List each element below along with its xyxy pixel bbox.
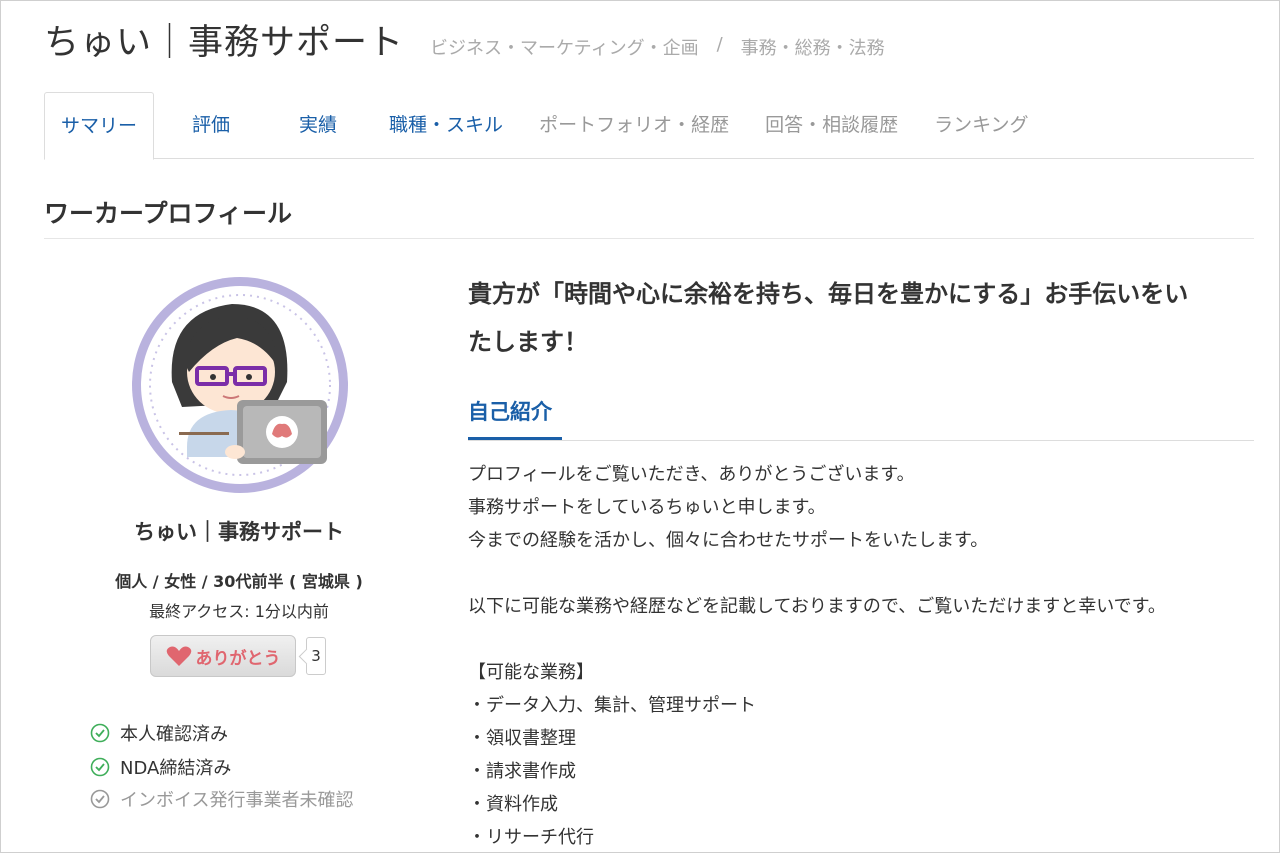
intro-divider — [468, 440, 1254, 441]
verification-label: NDA締結済み — [120, 758, 232, 779]
heart-icon — [166, 646, 191, 666]
thanks-count: 3 — [306, 637, 326, 675]
thanks-widget: ありがとう 3 — [150, 635, 326, 677]
section-divider — [44, 238, 1254, 239]
tab-answer-history[interactable]: 回答・相談履歴 — [765, 92, 898, 159]
intro-line: 今までの経験を活かし、個々に合わせたサポートをいたします。 — [468, 530, 989, 551]
thanks-label: ありがとう — [195, 648, 281, 669]
intro-tab-indicator — [468, 437, 562, 440]
intro-line: ・データ入力、集計、管理サポート — [468, 695, 756, 716]
thanks-button[interactable]: ありがとう — [150, 635, 296, 677]
profile-tabs: サマリー 評価 実績 職種・スキル ポートフォリオ・経歴 回答・相談履歴 ランキ… — [44, 92, 1254, 160]
verification-list: 本人確認済み NDA締結済み インボイス発行事業者未確認 — [90, 716, 353, 814]
check-circle-icon — [90, 723, 110, 743]
check-circle-gray-icon — [90, 789, 110, 809]
tab-achievements[interactable]: 実績 — [299, 92, 337, 159]
intro-line: ・リサーチ代行 — [468, 827, 594, 848]
breadcrumb: ビジネス・マーケティング・企画 / 事務・総務・法務 — [430, 34, 885, 60]
tab-portfolio[interactable]: ポートフォリオ・経歴 — [539, 92, 729, 159]
profile-name: ちゅい｜事務サポート — [134, 520, 344, 544]
intro-line: 【可能な業務】 — [468, 662, 594, 683]
breadcrumb-category[interactable]: ビジネス・マーケティング・企画 — [430, 34, 699, 60]
tab-self-intro[interactable]: 自己紹介 — [468, 396, 552, 426]
thanks-count-value: 3 — [311, 647, 321, 665]
intro-line: 事務サポートをしているちゅいと申します。 — [468, 497, 826, 518]
profile-meta: 個人 / 女性 / 30代前半 ( 宮城県 ) — [115, 572, 363, 591]
intro-line: ・請求書作成 — [468, 761, 576, 782]
intro-blank-line — [468, 623, 1258, 656]
intro-line: ・資料作成 — [468, 794, 558, 815]
intro-line: プロフィールをご覧いただき、ありがとうございます。 — [468, 464, 915, 485]
tab-skills[interactable]: 職種・スキル — [389, 92, 503, 159]
verification-label: インボイス発行事業者未確認 — [120, 790, 354, 811]
page-title: ちゅい｜事務サポート — [44, 23, 405, 63]
intro-blank-line — [468, 557, 1258, 590]
page-header: ちゅい｜事務サポート ビジネス・マーケティング・企画 / 事務・総務・法務 — [44, 14, 885, 63]
avatar-illustration-icon — [132, 277, 348, 493]
verification-invoice: インボイス発行事業者未確認 — [90, 784, 353, 814]
self-intro-text: プロフィールをご覧いただき、ありがとうございます。 事務サポートをしているちゅい… — [468, 458, 1258, 854]
catchcopy: 貴方が「時間や心に余裕を持ち、毎日を豊かにする」お手伝いをい たします！ — [468, 270, 1258, 366]
tab-ranking[interactable]: ランキング — [934, 92, 1028, 159]
catchcopy-line: たします！ — [468, 328, 588, 356]
check-circle-icon — [90, 757, 110, 777]
last-access: 最終アクセス: 1分以内前 — [149, 602, 329, 621]
avatar — [127, 272, 353, 498]
breadcrumb-separator: / — [716, 34, 723, 55]
intro-line: ・領収書整理 — [468, 728, 576, 749]
verification-label: 本人確認済み — [120, 724, 228, 745]
verification-identity: 本人確認済み — [90, 716, 353, 750]
breadcrumb-subcategory[interactable]: 事務・総務・法務 — [741, 34, 885, 60]
tab-reviews[interactable]: 評価 — [192, 92, 230, 159]
section-heading: ワーカープロフィール — [44, 199, 293, 228]
tab-summary[interactable]: サマリー — [44, 92, 155, 160]
intro-line: 以下に可能な業務や経歴などを記載しておりますので、ご覧いただけますと幸いです。 — [468, 596, 1166, 617]
catchcopy-line: 貴方が「時間や心に余裕を持ち、毎日を豊かにする」お手伝いをい — [468, 280, 1189, 308]
verification-nda: NDA締結済み — [90, 750, 353, 784]
